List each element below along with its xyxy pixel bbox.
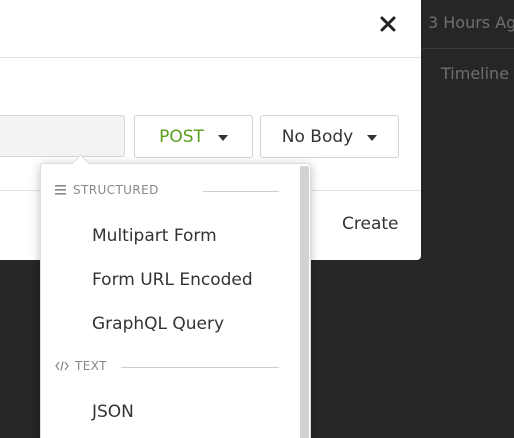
chevron-down-icon (367, 134, 378, 141)
section-divider (121, 367, 279, 368)
background-divider (422, 48, 514, 49)
bars-icon (55, 185, 66, 195)
body-type-label: No Body (281, 126, 354, 147)
close-button[interactable] (378, 14, 398, 34)
menu-item-multipart-form[interactable]: Multipart Form (92, 226, 217, 246)
menu-scrollbar[interactable] (300, 166, 309, 438)
menu-item-form-url-encoded[interactable]: Form URL Encoded (92, 270, 253, 290)
menu-item-json[interactable]: JSON (92, 402, 134, 422)
section-label-structured: STRUCTURED (73, 183, 159, 197)
method-dropdown-button[interactable]: POST (134, 115, 253, 158)
section-label-text: TEXT (75, 359, 107, 373)
background-time-label: 3 Hours Ago (428, 13, 514, 32)
request-url-input[interactable] (0, 115, 125, 157)
modal-header-divider (0, 57, 421, 58)
chevron-down-icon (217, 134, 228, 141)
code-icon (55, 361, 69, 371)
menu-item-graphql-query[interactable]: GraphQL Query (92, 314, 224, 334)
create-button[interactable]: Create (342, 214, 399, 234)
background-tab-timeline[interactable]: Timeline (441, 64, 509, 83)
app-root: 3 Hours Ago Timeline POST No Body Create (0, 0, 514, 438)
body-type-menu: STRUCTURED Multipart Form Form URL Encod… (40, 154, 311, 438)
section-header-structured: STRUCTURED (55, 183, 159, 197)
body-type-dropdown-button[interactable]: No Body (260, 115, 399, 158)
section-header-text: TEXT (55, 359, 107, 373)
close-icon (380, 16, 396, 32)
section-divider (203, 191, 279, 192)
method-label: POST (159, 126, 204, 147)
